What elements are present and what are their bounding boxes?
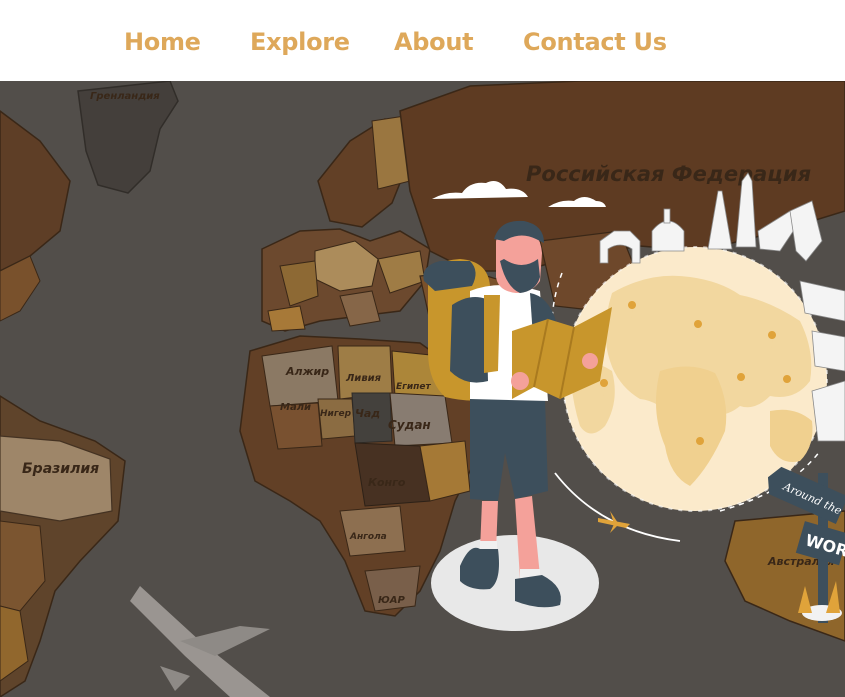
hero-illustration: Гренландия Российская Федерация Бразилия… (0, 81, 845, 697)
nav-link-home[interactable]: Home (124, 22, 201, 62)
hero-banner: Гренландия Российская Федерация Бразилия… (0, 81, 845, 697)
nav-link-explore[interactable]: Explore (250, 22, 350, 62)
nav-link-contact-us[interactable]: Contact Us (523, 22, 667, 62)
nav-link-about[interactable]: About (394, 22, 474, 62)
top-navigation-bar: Home Explore About Contact Us (0, 0, 845, 81)
